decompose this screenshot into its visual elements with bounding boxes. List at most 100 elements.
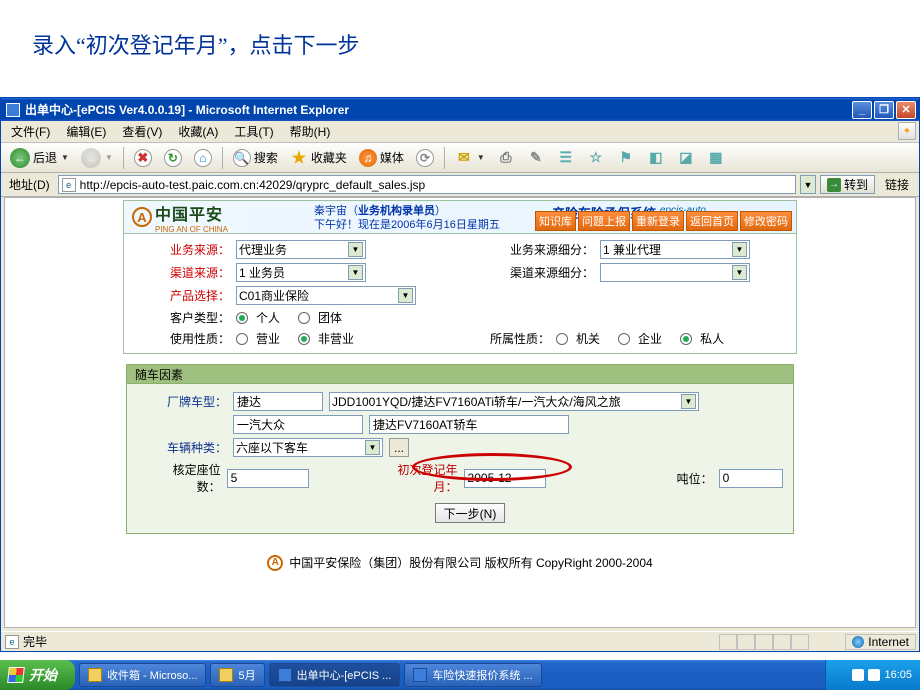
go-label: 转到 <box>844 176 868 193</box>
tool-c-button[interactable]: ◧ <box>642 146 670 170</box>
tool-b-button[interactable]: ⚑ <box>612 146 640 170</box>
msn-logo-icon: ✦ <box>898 122 916 140</box>
task-folder[interactable]: 5月 <box>210 663 264 687</box>
radio-private[interactable] <box>680 333 692 345</box>
menu-edit[interactable]: 编辑(E) <box>60 121 112 142</box>
task-ie-active[interactable]: 出单中心-[ePCIS ... <box>269 663 401 687</box>
ie-icon <box>278 668 292 682</box>
chevron-down-icon: ▼ <box>348 265 363 280</box>
menu-tools[interactable]: 工具(T) <box>228 121 279 142</box>
maximize-button[interactable]: ❐ <box>874 101 894 119</box>
media-label: 媒体 <box>380 149 404 166</box>
chevron-down-icon: ▼ <box>365 440 380 455</box>
opt-personal[interactable]: 个人 <box>256 309 280 326</box>
brand-cn: 中国平安 <box>155 201 228 225</box>
links-label[interactable]: 链接 <box>879 176 915 193</box>
back-arrow-icon: ← <box>10 148 30 168</box>
menu-view[interactable]: 查看(V) <box>116 121 168 142</box>
history-button[interactable]: ⟳ <box>411 146 439 170</box>
favorites-button[interactable]: ★收藏夹 <box>285 146 352 170</box>
vehicle-type-lookup-button[interactable]: ... <box>389 438 409 457</box>
radio-group[interactable] <box>298 312 310 324</box>
first-reg-date-input[interactable]: 2005-12 <box>464 469 547 488</box>
refresh-button[interactable]: ↻ <box>159 146 187 170</box>
print-button[interactable]: ⎙ <box>492 146 520 170</box>
menu-help[interactable]: 帮助(H) <box>284 121 337 142</box>
search-button[interactable]: 🔍搜索 <box>228 146 283 170</box>
media-button[interactable]: ♫媒体 <box>354 146 409 170</box>
opt-noncommercial[interactable]: 非营业 <box>318 330 354 347</box>
menubar: 文件(F) 编辑(E) 查看(V) 收藏(A) 工具(T) 帮助(H) ✦ <box>1 121 919 143</box>
radio-noncommercial[interactable] <box>298 333 310 345</box>
maker-input[interactable]: 一汽大众 <box>233 415 363 434</box>
model-input[interactable]: 捷达FV7160AT轿车 <box>369 415 569 434</box>
start-button[interactable]: 开始 <box>0 660 75 690</box>
opt-enterprise[interactable]: 企业 <box>638 330 662 347</box>
custom-icon: ◪ <box>677 149 695 167</box>
window-title: 出单中心-[ePCIS Ver4.0.0.19] - Microsoft Int… <box>25 101 349 118</box>
opt-group[interactable]: 团体 <box>318 309 342 326</box>
lbl-usage: 使用性质： <box>162 330 230 347</box>
tool-e-button[interactable]: ▦ <box>702 146 730 170</box>
go-button[interactable]: → 转到 <box>820 175 875 194</box>
go-arrow-icon: → <box>827 178 841 192</box>
forward-button[interactable]: → ▼ <box>76 146 118 170</box>
chevron-down-icon: ▼ <box>477 153 485 162</box>
system-tray[interactable]: 16:05 <box>825 660 920 690</box>
menu-favorites[interactable]: 收藏(A) <box>172 121 224 142</box>
task-ie-quote[interactable]: 车险快速报价系统 ... <box>404 663 541 687</box>
nav-password[interactable]: 修改密码 <box>740 211 792 231</box>
edit-button[interactable]: ✎ <box>522 146 550 170</box>
tool-d-button[interactable]: ◪ <box>672 146 700 170</box>
chevron-down-icon: ▼ <box>348 242 363 257</box>
home-button[interactable]: ⌂ <box>189 146 217 170</box>
discuss-button[interactable]: ☰ <box>552 146 580 170</box>
product-select[interactable]: C01商业保险▼ <box>236 286 416 305</box>
lbl-biz-source: 业务来源： <box>162 241 230 258</box>
tonnage-input[interactable]: 0 <box>719 469 783 488</box>
pingan-logo: A 中国平安 PING AN OF CHINA <box>124 201 228 234</box>
nav-relogin[interactable]: 重新登录 <box>632 211 684 231</box>
stop-button[interactable]: ✖ <box>129 146 157 170</box>
nav-knowledge[interactable]: 知识库 <box>535 211 576 231</box>
seats-input[interactable]: 5 <box>227 469 310 488</box>
back-button[interactable]: ← 后退 ▼ <box>5 146 74 170</box>
page-icon: e <box>5 635 19 649</box>
model-select[interactable]: JDD1001YQD/捷达FV7160ATi轿车/一汽大众/海风之旅▼ <box>329 392 699 411</box>
tray-icon[interactable] <box>868 669 880 681</box>
mail-button[interactable]: ✉▼ <box>450 146 490 170</box>
radio-enterprise[interactable] <box>618 333 630 345</box>
nav-home[interactable]: 返回首页 <box>686 211 738 231</box>
radio-personal[interactable] <box>236 312 248 324</box>
vehicle-type-select[interactable]: 六座以下客车▼ <box>233 438 383 457</box>
folder-icon <box>219 668 233 682</box>
tray-icon[interactable] <box>852 669 864 681</box>
lbl-channel-source-sub: 渠道来源细分： <box>510 264 594 281</box>
opt-gov[interactable]: 机关 <box>576 330 600 347</box>
brand-input[interactable]: 捷达 <box>233 392 323 411</box>
nav-report[interactable]: 问题上报 <box>578 211 630 231</box>
lbl-customer-type: 客户类型： <box>162 309 230 326</box>
minimize-button[interactable]: _ <box>852 101 872 119</box>
next-button[interactable]: 下一步(N) <box>435 503 505 523</box>
chevron-down-icon: ▼ <box>61 153 69 162</box>
biz-source-select[interactable]: 代理业务▼ <box>236 240 366 259</box>
address-field[interactable]: e http://epcis-auto-test.paic.com.cn:420… <box>58 175 796 194</box>
lbl-brand-model: 厂牌车型： <box>157 393 227 410</box>
opt-private[interactable]: 私人 <box>700 330 724 347</box>
menu-file[interactable]: 文件(F) <box>5 121 56 142</box>
channel-source-sub-select[interactable]: ▼ <box>600 263 750 282</box>
opt-commercial[interactable]: 营业 <box>256 330 280 347</box>
forward-arrow-icon: → <box>81 148 101 168</box>
close-button[interactable]: ✕ <box>896 101 916 119</box>
radio-commercial[interactable] <box>236 333 248 345</box>
brand-en: PING AN OF CHINA <box>155 225 228 234</box>
radio-gov[interactable] <box>556 333 568 345</box>
biz-source-sub-select[interactable]: 1 兼业代理▼ <box>600 240 750 259</box>
address-dropdown[interactable]: ▼ <box>800 175 816 194</box>
tool-a-button[interactable]: ☆ <box>582 146 610 170</box>
channel-source-select[interactable]: 1 业务员▼ <box>236 263 366 282</box>
search-label: 搜索 <box>254 149 278 166</box>
task-outlook[interactable]: 收件箱 - Microso... <box>79 663 206 687</box>
custom-icon: ☆ <box>587 149 605 167</box>
